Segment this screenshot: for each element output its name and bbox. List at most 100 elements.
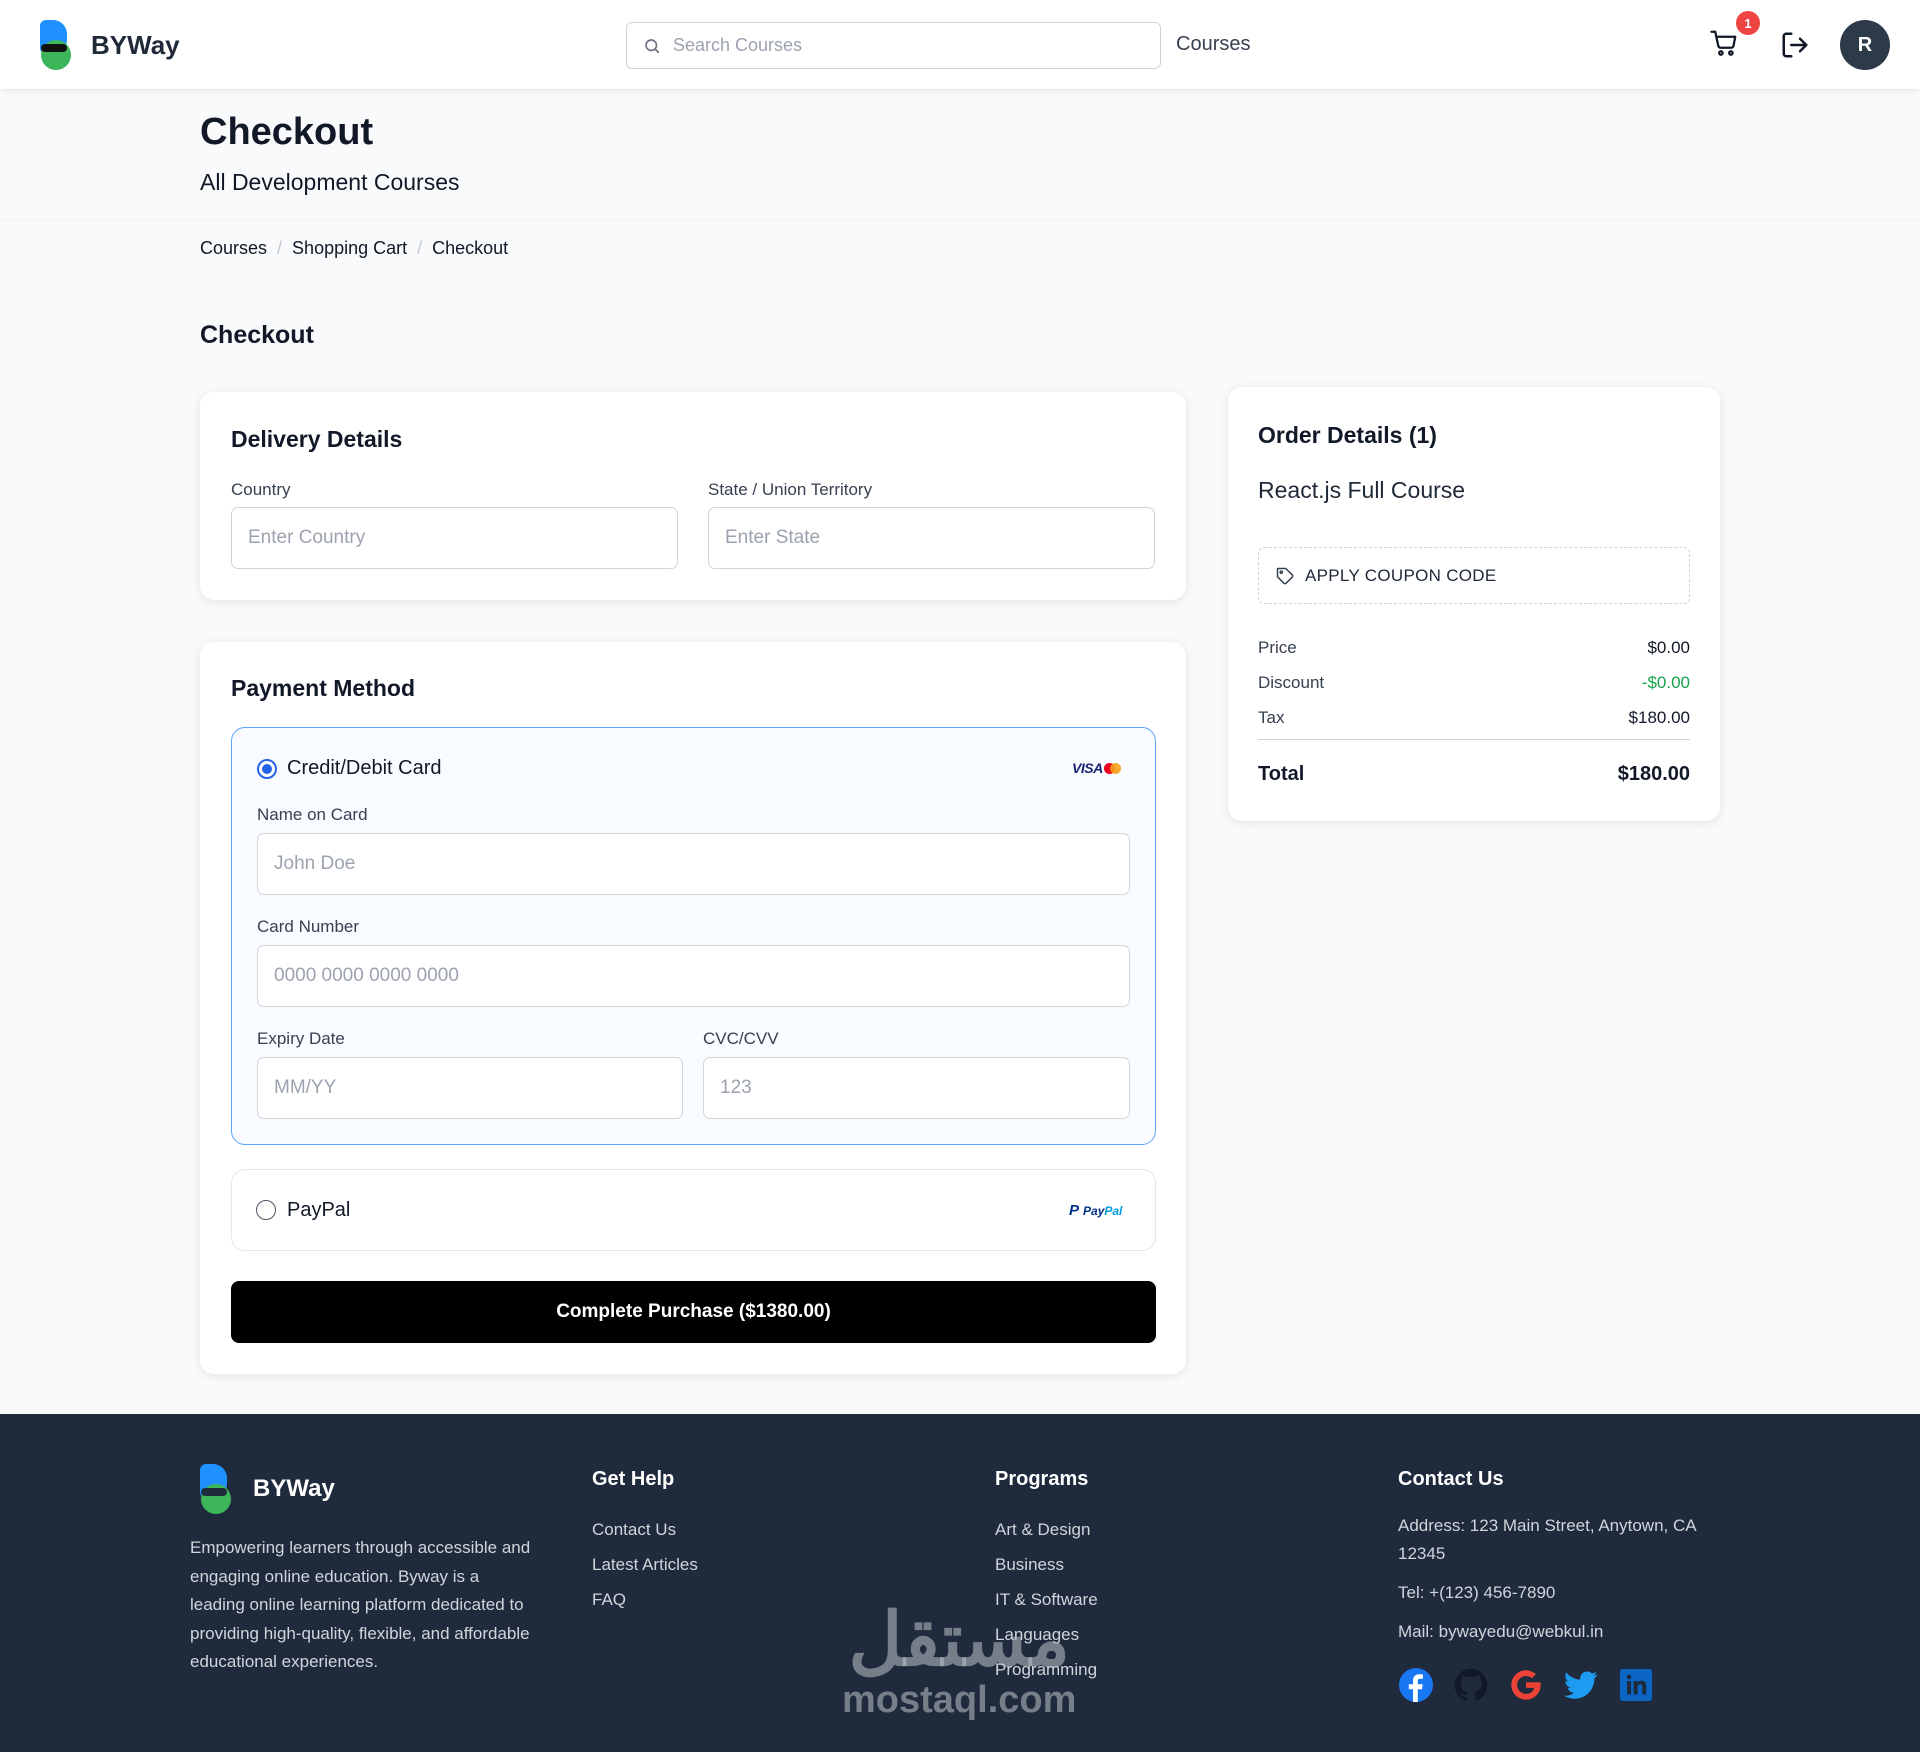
- total-value: $180.00: [1617, 763, 1690, 785]
- twitter-icon: [1564, 1671, 1598, 1699]
- expiry-date-label: Expiry Date: [257, 1029, 345, 1048]
- country-label: Country: [231, 480, 291, 499]
- facebook-icon: [1399, 1668, 1433, 1702]
- logo-mark-icon: [40, 20, 71, 70]
- github-icon: [1454, 1668, 1488, 1701]
- user-avatar[interactable]: R: [1840, 20, 1890, 70]
- apply-coupon-label: APPLY COUPON CODE: [1305, 565, 1497, 585]
- order-details-title: Order Details (1): [1258, 422, 1437, 448]
- card-number-label: Card Number: [257, 917, 360, 936]
- logout-button[interactable]: [1780, 30, 1810, 65]
- discount-row: Discount -$0.00: [1258, 673, 1690, 693]
- breadcrumb-item-checkout: Checkout: [432, 238, 509, 258]
- visa-logo-text: VISA: [1072, 760, 1103, 776]
- credit-card-option[interactable]: Credit/Debit Card VISA Name on Card Card…: [231, 727, 1156, 1145]
- footer-contact-column: Contact Us Address: 123 Main Street, Any…: [1398, 1468, 1718, 1657]
- page-title: Checkout: [200, 111, 374, 153]
- breadcrumb-separator: /: [277, 238, 283, 258]
- page-subtitle: All Development Courses: [200, 169, 460, 195]
- brand-name: BYWay: [91, 29, 180, 60]
- price-label: Price: [1258, 638, 1297, 657]
- payment-method-card: Payment Method Credit/Debit Card VISA Na…: [200, 642, 1186, 1374]
- summary-divider: [1258, 739, 1690, 740]
- price-value: $0.00: [1647, 638, 1690, 657]
- google-link[interactable]: [1508, 1667, 1544, 1703]
- card-number-input[interactable]: [257, 945, 1130, 1007]
- discount-value: -$0.00: [1641, 673, 1690, 692]
- github-link[interactable]: [1453, 1667, 1489, 1703]
- credit-card-radio[interactable]: [257, 759, 277, 779]
- nav-link-courses[interactable]: Courses: [1176, 33, 1250, 56]
- footer-link-it-software[interactable]: IT & Software: [995, 1582, 1098, 1617]
- paypal-option-label: PayPal: [287, 1199, 351, 1221]
- search-icon: [645, 38, 660, 53]
- footer-link-programming[interactable]: Programming: [995, 1652, 1098, 1687]
- footer-brand-logo[interactable]: BYWay: [200, 1464, 335, 1514]
- facebook-link[interactable]: [1398, 1667, 1434, 1703]
- order-course-name: React.js Full Course: [1258, 477, 1466, 503]
- state-input[interactable]: [708, 507, 1155, 569]
- shopping-cart-icon: [1710, 30, 1737, 56]
- footer-help-title: Get Help: [592, 1468, 675, 1490]
- complete-purchase-button[interactable]: Complete Purchase ($1380.00): [231, 1281, 1156, 1343]
- cart-count-badge: 1: [1736, 11, 1760, 35]
- top-navbar: BYWay Courses 1 R: [0, 0, 1920, 89]
- logout-icon: [1782, 32, 1808, 58]
- social-links: [1398, 1667, 1673, 1703]
- footer-contact-title: Contact Us: [1398, 1468, 1504, 1490]
- logo-mark-icon: [200, 1464, 231, 1514]
- expiry-date-input[interactable]: [257, 1057, 683, 1119]
- tax-row: Tax $180.00: [1258, 708, 1690, 728]
- breadcrumb-item-courses[interactable]: Courses: [200, 238, 267, 259]
- paypal-radio[interactable]: [256, 1200, 276, 1220]
- linkedin-icon: [1620, 1669, 1652, 1701]
- total-label: Total: [1258, 763, 1305, 785]
- footer-link-business[interactable]: Business: [995, 1547, 1098, 1582]
- section-title: Checkout: [200, 321, 314, 349]
- cart-button[interactable]: [1709, 28, 1741, 60]
- footer-about-text: Empowering learners through accessible a…: [190, 1538, 531, 1671]
- discount-label: Discount: [1258, 673, 1325, 692]
- footer-brand-name: BYWay: [253, 1475, 335, 1502]
- breadcrumb-item-shopping-cart[interactable]: Shopping Cart: [292, 238, 407, 259]
- footer-programs-column: Programs Art & Design Business IT & Soft…: [995, 1468, 1098, 1687]
- apply-coupon-button[interactable]: APPLY COUPON CODE: [1258, 547, 1690, 604]
- site-footer: BYWay Empowering learners through access…: [0, 1414, 1920, 1752]
- breadcrumb-separator: /: [417, 238, 423, 258]
- name-on-card-label: Name on Card: [257, 805, 368, 824]
- paypal-logo-icon: P Pay Pal: [1069, 1202, 1123, 1219]
- paypal-logo-pay: Pay: [1083, 1203, 1105, 1218]
- paypal-logo-pal: Pal: [1104, 1203, 1123, 1218]
- paypal-option[interactable]: PayPal P Pay Pal: [231, 1169, 1156, 1251]
- footer-link-contact-us[interactable]: Contact Us: [592, 1512, 698, 1547]
- footer-help-column: Get Help Contact Us Latest Articles FAQ: [592, 1468, 698, 1617]
- footer-programs-title: Programs: [995, 1468, 1089, 1490]
- delivery-details-card: Delivery Details Country State / Union T…: [200, 392, 1186, 600]
- breadcrumb: Courses / Shopping Cart / Checkout: [200, 238, 508, 259]
- linkedin-link[interactable]: [1618, 1667, 1654, 1703]
- tag-icon: [1276, 567, 1294, 584]
- cvc-input[interactable]: [703, 1057, 1130, 1119]
- footer-link-languages[interactable]: Languages: [995, 1617, 1098, 1652]
- footer-link-faq[interactable]: FAQ: [592, 1582, 698, 1617]
- footer-link-latest-articles[interactable]: Latest Articles: [592, 1547, 698, 1582]
- cvc-label: CVC/CVV: [703, 1029, 779, 1048]
- google-icon: [1511, 1670, 1541, 1700]
- tax-label: Tax: [1258, 708, 1285, 727]
- footer-address: Address: 123 Main Street, Anytown, CA 12…: [1398, 1516, 1696, 1563]
- twitter-link[interactable]: [1563, 1667, 1599, 1703]
- page-hero: Checkout All Development Courses: [0, 89, 1920, 221]
- country-input[interactable]: [231, 507, 678, 569]
- credit-card-option-label: Credit/Debit Card: [287, 757, 442, 779]
- tax-value: $180.00: [1628, 708, 1690, 727]
- search-input[interactable]: [673, 35, 1133, 56]
- brand-logo[interactable]: BYWay: [40, 20, 180, 70]
- state-label: State / Union Territory: [708, 480, 873, 499]
- footer-phone: Tel: +(123) 456-7890: [1398, 1583, 1556, 1602]
- search-bar[interactable]: [626, 22, 1161, 69]
- name-on-card-input[interactable]: [257, 833, 1130, 895]
- visa-mastercard-logo-icon: VISA: [1072, 760, 1121, 776]
- footer-link-art-design[interactable]: Art & Design: [995, 1512, 1098, 1547]
- total-row: Total $180.00: [1258, 763, 1690, 786]
- order-details-card: Order Details (1) React.js Full Course A…: [1228, 387, 1720, 821]
